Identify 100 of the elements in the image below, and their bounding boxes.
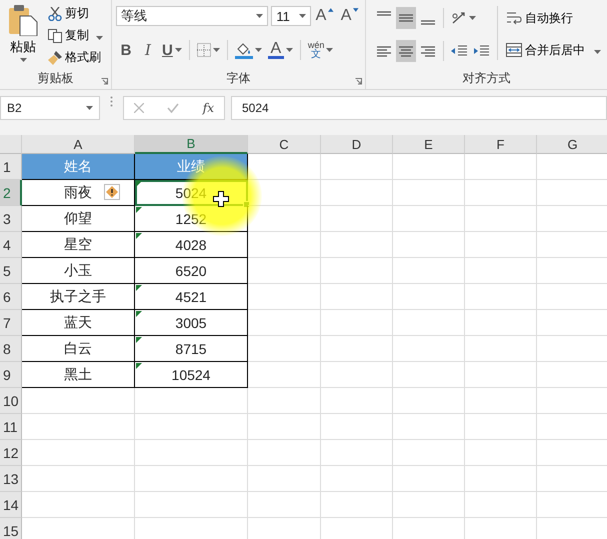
caret-icon	[594, 50, 601, 54]
group-label: 字体	[226, 70, 252, 87]
row-header[interactable]: 7	[0, 310, 22, 336]
insert-function-button[interactable]: fx	[202, 101, 214, 115]
formula-field[interactable]: 5024	[231, 96, 607, 120]
row-header[interactable]: 9	[0, 362, 22, 388]
row-header[interactable]: 11	[0, 414, 22, 440]
row-header[interactable]: 4	[0, 232, 22, 258]
column-header[interactable]: C	[248, 135, 321, 154]
table-cell: 白云	[22, 336, 135, 362]
center-align-button[interactable]	[396, 40, 416, 62]
table-cell: 6520	[135, 258, 248, 284]
error-indicator-icon	[136, 311, 142, 317]
caret-icon	[212, 48, 220, 52]
phonetic-guide-button[interactable]: wén 文	[306, 39, 336, 61]
italic-button[interactable]: I	[138, 39, 158, 61]
wrap-text-icon	[506, 10, 522, 26]
table-cell: 4028	[135, 232, 248, 258]
borders-icon	[196, 43, 211, 57]
error-indicator-icon	[136, 337, 142, 343]
table-cell: 仰望	[22, 206, 135, 232]
clipboard-icon	[8, 4, 38, 36]
align-lines-icon	[399, 46, 413, 56]
align-lines-icon	[421, 46, 435, 56]
underline-button[interactable]: U	[160, 39, 184, 61]
group-label: 对齐方式	[462, 70, 512, 87]
check-icon[interactable]	[167, 103, 180, 113]
font-color-button[interactable]: A	[266, 39, 295, 61]
paintbrush-icon	[48, 50, 62, 64]
name-box[interactable]: B2	[0, 96, 100, 120]
table-cell: 蓝天	[22, 310, 135, 336]
caret-icon	[20, 58, 26, 62]
font-size-field[interactable]: 11	[271, 6, 311, 26]
table-cell: 星空	[22, 232, 135, 258]
row-header[interactable]: 8	[0, 336, 22, 362]
fill-handle[interactable]	[243, 201, 250, 208]
paint-bucket-icon	[234, 42, 253, 58]
column-header[interactable]: E	[393, 135, 465, 154]
slanted-arrow-icon	[451, 11, 467, 25]
header-cell: 业绩	[135, 154, 248, 180]
row-header[interactable]: 2	[0, 180, 22, 206]
grow-font-button[interactable]: A	[314, 5, 336, 27]
row-header[interactable]: 10	[0, 388, 22, 414]
error-indicator-icon	[136, 363, 142, 369]
row-header[interactable]: 5	[0, 258, 22, 284]
align-lines-icon	[377, 46, 391, 56]
table-cell: 4521	[135, 284, 248, 310]
row-header[interactable]: 6	[0, 284, 22, 310]
cut-button[interactable]: 剪切	[46, 4, 105, 23]
table-cell: 执子之手	[22, 284, 135, 310]
row-header[interactable]: 1	[0, 154, 22, 180]
caret-icon	[286, 48, 293, 52]
shrink-font-button[interactable]: A	[338, 5, 361, 27]
grip-icon	[110, 96, 113, 107]
copy-button[interactable]: 复制	[46, 26, 105, 45]
up-triangle-icon	[328, 8, 334, 12]
down-triangle-icon	[353, 8, 359, 12]
column-header[interactable]: B	[135, 135, 248, 154]
bold-button[interactable]: B	[116, 39, 136, 61]
scissors-icon	[48, 6, 62, 20]
error-warning-button[interactable]	[104, 184, 120, 200]
row-header[interactable]: 15	[0, 518, 22, 539]
column-header[interactable]: F	[465, 135, 537, 154]
dialog-launcher-icon[interactable]	[101, 78, 108, 85]
table-cell: 雨夜	[22, 180, 135, 206]
column-header[interactable]: A	[22, 135, 135, 154]
row-header[interactable]: 13	[0, 466, 22, 492]
table-cell: 10524	[135, 362, 248, 388]
align-lines-icon	[399, 14, 413, 22]
caret-icon	[469, 16, 476, 20]
align-lines-icon	[421, 20, 435, 25]
caret-icon	[256, 14, 264, 18]
warning-icon	[106, 186, 118, 198]
table-cell: 小玉	[22, 258, 135, 284]
row-header[interactable]: 12	[0, 440, 22, 466]
wrap-text-button[interactable]: 自动换行	[504, 6, 603, 30]
format-painter-button[interactable]: 格式刷	[46, 48, 105, 67]
column-header[interactable]: D	[321, 135, 393, 154]
header-cell: 姓名	[22, 154, 135, 180]
error-indicator-icon	[136, 285, 142, 291]
merge-center-button[interactable]: 合并后居中	[504, 38, 603, 62]
cross-cursor-icon	[213, 191, 229, 207]
dialog-launcher-icon[interactable]	[355, 78, 362, 85]
caret-icon	[326, 48, 334, 52]
row-header[interactable]: 3	[0, 206, 22, 232]
caret-icon	[96, 36, 103, 40]
table-cell: 8715	[135, 336, 248, 362]
align-lines-icon	[377, 11, 391, 16]
caret-icon	[298, 14, 306, 18]
middle-align-button[interactable]	[396, 7, 416, 29]
column-header[interactable]: G	[537, 135, 607, 154]
group-label: 剪贴板	[36, 70, 74, 87]
table-cell: 3005	[135, 310, 248, 336]
row-header[interactable]: 14	[0, 492, 22, 518]
table-cell: 黑土	[22, 362, 135, 388]
error-indicator-icon	[136, 233, 142, 239]
caret-icon	[86, 106, 93, 110]
merge-cells-icon	[506, 43, 522, 57]
paste-button[interactable]: 粘贴	[4, 4, 42, 69]
font-name-field[interactable]: 等线	[116, 6, 268, 26]
